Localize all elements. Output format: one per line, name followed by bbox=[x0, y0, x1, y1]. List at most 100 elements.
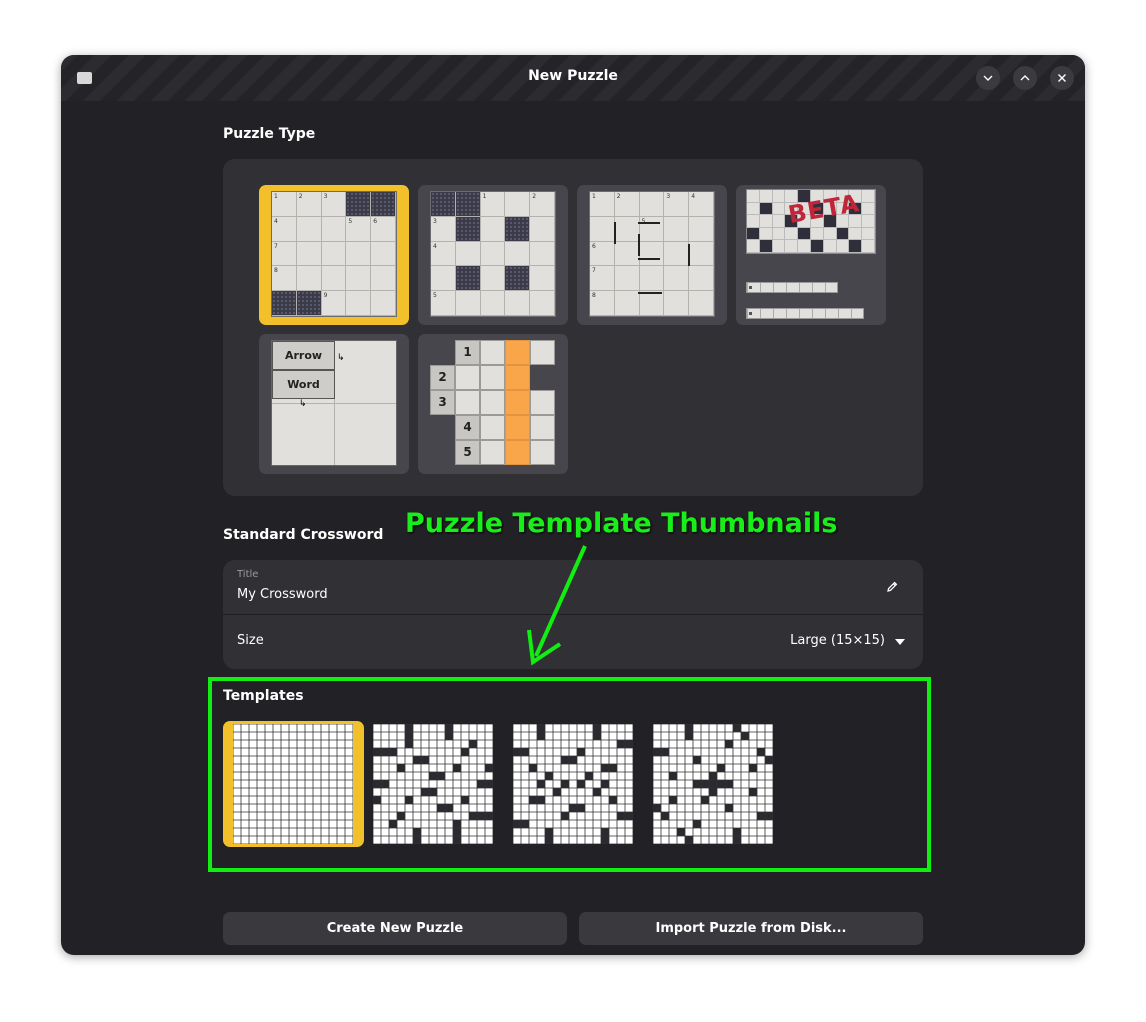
grid-cell bbox=[772, 227, 786, 241]
puzzle-type-beta[interactable]: BETA bbox=[736, 185, 886, 325]
grid-cell bbox=[371, 266, 396, 292]
grid-cell bbox=[296, 291, 322, 316]
grid-cell bbox=[505, 192, 531, 217]
cryptic-grid-thumbnail: 12345678 bbox=[589, 191, 715, 317]
grid-cell bbox=[530, 241, 555, 267]
grid-cell bbox=[759, 215, 773, 228]
grid-cell bbox=[431, 192, 456, 217]
acrostic-number: 2 bbox=[430, 365, 455, 390]
grid-cell bbox=[530, 291, 555, 316]
grid-cell bbox=[505, 241, 531, 267]
standard-crossword-heading: Standard Crossword bbox=[223, 527, 384, 543]
title-bar: New Puzzle bbox=[61, 55, 1085, 101]
acrostic-number: 3 bbox=[430, 390, 455, 415]
grid-cell bbox=[480, 415, 505, 440]
grid-cell bbox=[455, 365, 480, 390]
pencil-icon[interactable] bbox=[885, 580, 899, 594]
minimize-button[interactable] bbox=[976, 66, 1000, 90]
grid-cell bbox=[455, 266, 481, 292]
grid-cell bbox=[346, 291, 372, 316]
grid-cell bbox=[455, 291, 481, 316]
grid-cell bbox=[785, 227, 799, 241]
grid-cell bbox=[759, 240, 773, 253]
grid-cell: 4 bbox=[431, 241, 456, 267]
grid-cell bbox=[689, 291, 714, 316]
grid-cell: 5 bbox=[346, 216, 372, 242]
grid-cell bbox=[639, 291, 665, 316]
grid-cell bbox=[505, 340, 530, 365]
grid-cell: 1 bbox=[480, 192, 506, 217]
puzzle-type-acrostic[interactable]: 12345 bbox=[418, 334, 568, 474]
grid-cell bbox=[772, 240, 786, 253]
grid-cell bbox=[530, 216, 555, 242]
acrostic-number: 4 bbox=[455, 415, 480, 440]
puzzle-type-cryptic[interactable]: 12345678 bbox=[577, 185, 727, 325]
create-new-puzzle-button[interactable]: Create New Puzzle bbox=[223, 912, 567, 945]
grid-cell bbox=[823, 227, 837, 241]
standard-grid-thumbnail: 1234 56 789 bbox=[271, 191, 397, 317]
grid-cell bbox=[431, 266, 456, 292]
grid-cell: 8 bbox=[272, 266, 297, 292]
grid-cell: 5 bbox=[431, 291, 456, 316]
dropdown-arrow-icon[interactable] bbox=[895, 639, 905, 645]
grid-cell bbox=[759, 190, 773, 203]
grid-cell: 6 bbox=[371, 216, 396, 242]
grid-cell bbox=[371, 291, 396, 316]
barred-grid-thumbnail: 12 34 5 bbox=[430, 191, 556, 317]
grid-bar bbox=[688, 244, 690, 266]
annotation-label: Puzzle Template Thumbnails bbox=[405, 508, 838, 539]
grid-cell bbox=[689, 216, 714, 242]
grid-cell bbox=[614, 291, 640, 316]
grid-cell: 5 bbox=[639, 216, 665, 242]
grid-cell bbox=[639, 192, 665, 217]
grid-cell bbox=[614, 216, 640, 242]
grid-cell: 4 bbox=[689, 192, 714, 217]
grid-cell bbox=[530, 390, 555, 415]
annotation-highlight-box bbox=[208, 677, 931, 872]
grid-cell bbox=[747, 190, 760, 203]
maximize-button[interactable] bbox=[1013, 66, 1037, 90]
puzzle-type-arrowword[interactable]: Arrow Word ↳ ↳ bbox=[259, 334, 409, 474]
grid-cell bbox=[505, 390, 530, 415]
grid-cell bbox=[664, 216, 690, 242]
chevron-down-icon bbox=[983, 75, 993, 81]
puzzle-settings-form: Title My Crossword Size Large (15×15) bbox=[223, 560, 923, 669]
grid-cell bbox=[455, 216, 481, 242]
grid-cell bbox=[480, 266, 506, 292]
grid-cell bbox=[639, 266, 665, 292]
grid-cell bbox=[862, 227, 875, 241]
grid-cell bbox=[480, 390, 505, 415]
grid-cell bbox=[836, 240, 850, 253]
grid-cell bbox=[849, 227, 863, 241]
grid-cell bbox=[530, 440, 555, 465]
grid-cell bbox=[505, 415, 530, 440]
arrow-right-icon: ↳ bbox=[337, 353, 345, 363]
import-puzzle-button[interactable]: Import Puzzle from Disk... bbox=[579, 912, 923, 945]
grid-cell: 2 bbox=[530, 192, 555, 217]
grid-cell bbox=[480, 216, 506, 242]
grid-cell bbox=[772, 190, 786, 203]
close-button[interactable] bbox=[1050, 66, 1074, 90]
grid-cell bbox=[505, 216, 531, 242]
puzzle-type-heading: Puzzle Type bbox=[223, 126, 316, 142]
grid-cell bbox=[505, 365, 530, 390]
grid-cell bbox=[371, 241, 396, 267]
puzzle-type-standard[interactable]: 1234 56 789 bbox=[259, 185, 409, 325]
grid-cell bbox=[862, 202, 875, 216]
grid-cell bbox=[296, 216, 322, 242]
grid-cell bbox=[346, 192, 372, 217]
grid-cell bbox=[321, 266, 347, 292]
size-dropdown[interactable]: Large (15×15) bbox=[790, 633, 885, 648]
grid-cell bbox=[849, 240, 863, 253]
grid-bar bbox=[638, 234, 640, 256]
title-field[interactable]: My Crossword bbox=[237, 587, 328, 602]
puzzle-type-barred[interactable]: 12 34 5 bbox=[418, 185, 568, 325]
window-title: New Puzzle bbox=[528, 68, 618, 84]
grid-cell: 2 bbox=[614, 192, 640, 217]
grid-cell bbox=[664, 291, 690, 316]
grid-cell bbox=[747, 240, 760, 253]
size-label: Size bbox=[237, 633, 264, 648]
grid-cell bbox=[798, 227, 811, 241]
grid-cell bbox=[321, 241, 347, 267]
grid-cell bbox=[480, 340, 505, 365]
